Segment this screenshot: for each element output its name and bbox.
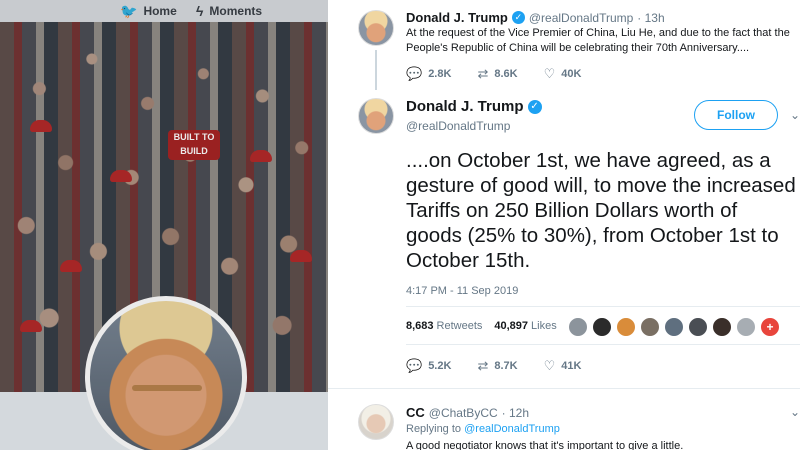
retweet-count: 8.7K <box>494 360 518 372</box>
red-cap <box>250 150 272 162</box>
profile-header-panel: BUILT TO BUILD 🐦 Home ϟ Moments <box>0 0 328 450</box>
parent-tweet-line-1: At the request of the Vice Premier of Ch… <box>406 27 790 39</box>
reply-icon: 💬 <box>406 66 423 81</box>
replying-to-link[interactable]: @realDonaldTrump <box>464 423 560 435</box>
liker-avatar[interactable] <box>712 317 732 337</box>
main-tweet-name[interactable]: Donald J. Trump <box>406 98 524 115</box>
red-cap <box>60 260 82 272</box>
verified-badge-icon: ✓ <box>511 11 525 24</box>
reply-count: 5.2K <box>428 360 452 372</box>
like-button[interactable]: ♡ 41K <box>544 358 582 374</box>
avatar-detail <box>132 385 202 391</box>
reply-count: 2.8K <box>428 68 452 80</box>
retweet-count: 8.6K <box>494 68 518 80</box>
reply-tweet-avatar[interactable] <box>358 404 394 440</box>
reply-tweet-text: A good negotiator knows that it's import… <box>406 440 684 450</box>
nav-home[interactable]: 🐦 Home <box>120 3 177 20</box>
divider <box>406 344 800 345</box>
red-cap <box>30 120 52 132</box>
reply-icon: 💬 <box>406 358 423 373</box>
liker-avatar[interactable] <box>592 317 612 337</box>
liker-avatar[interactable] <box>616 317 636 337</box>
parent-tweet-line-2: People's Republic of China will be celeb… <box>406 42 750 54</box>
likes-stat-label: Likes <box>531 320 557 332</box>
like-count: 41K <box>561 360 582 372</box>
liker-avatar[interactable] <box>568 317 588 337</box>
liker-avatar[interactable] <box>664 317 684 337</box>
heart-icon: ♡ <box>543 358 556 373</box>
replying-prefix: Replying to <box>406 423 462 435</box>
replying-to: Replying to @realDonaldTrump <box>406 423 560 435</box>
divider <box>328 388 800 389</box>
reply-tweet-time[interactable]: · 12h <box>502 406 529 420</box>
thread-connector-line <box>375 50 377 90</box>
red-cap <box>20 320 42 332</box>
retweets-stat-label: Retweets <box>436 320 483 332</box>
likes-stat[interactable]: 40,897 Likes <box>494 320 556 332</box>
profile-avatar[interactable] <box>85 296 247 450</box>
nav-moments[interactable]: ϟ Moments <box>196 3 262 19</box>
main-tweet-header: Donald J. Trump ✓ <box>406 98 542 115</box>
retweets-stat[interactable]: 8,683 Retweets <box>406 320 482 332</box>
chevron-down-icon[interactable]: ⌄ <box>790 405 800 419</box>
parent-tweet-text: At the request of the Vice Premier of Ch… <box>406 26 796 56</box>
nav-moments-label: Moments <box>209 4 263 18</box>
reply-tweet-header: CC @ChatByCC · 12h <box>406 405 529 420</box>
main-tweet-actions: 💬 5.2K ⇄ 8.7K ♡ 41K <box>406 358 607 374</box>
follow-button[interactable]: Follow <box>694 100 778 130</box>
main-tweet-text: ....on October 1st, we have agreed, as a… <box>406 149 796 272</box>
crowd-shirt-text: BUILT TO BUILD <box>168 130 220 160</box>
retweet-icon: ⇄ <box>477 358 489 373</box>
main-tweet-handle[interactable]: @realDonaldTrump <box>406 119 510 133</box>
main-tweet-avatar[interactable] <box>358 98 394 134</box>
heart-icon: ♡ <box>543 66 556 81</box>
parent-tweet-actions: 💬 2.8K ⇄ 8.6K ♡ 40K <box>406 66 607 82</box>
parent-tweet-avatar[interactable] <box>358 10 394 46</box>
like-button[interactable]: ♡ 40K <box>544 66 582 82</box>
chevron-down-icon[interactable]: ⌄ <box>790 108 800 122</box>
main-tweet-stats: 8,683 Retweets 40,897 Likes <box>406 320 569 332</box>
reply-tweet-handle[interactable]: @ChatByCC <box>429 406 498 420</box>
liker-avatar[interactable] <box>688 317 708 337</box>
like-count: 40K <box>561 68 582 80</box>
reply-button[interactable]: 💬 5.2K <box>406 358 451 374</box>
retweet-button[interactable]: ⇄ 8.6K <box>477 66 517 82</box>
divider <box>406 306 800 307</box>
liker-avatar[interactable] <box>640 317 660 337</box>
twitter-bird-icon: 🐦 <box>120 2 138 19</box>
red-cap <box>110 170 132 182</box>
reply-tweet-name[interactable]: CC <box>406 405 425 420</box>
tweet-permalink-panel: Donald J. Trump ✓ @realDonaldTrump · 13h… <box>328 0 800 450</box>
nav-home-label: Home <box>143 4 177 18</box>
lightning-icon: ϟ <box>196 3 204 19</box>
retweet-button[interactable]: ⇄ 8.7K <box>477 358 517 374</box>
reply-button[interactable]: 💬 2.8K <box>406 66 451 82</box>
liker-avatars: + <box>568 317 784 337</box>
likes-stat-count: 40,897 <box>494 320 529 332</box>
top-navigation-bar: 🐦 Home ϟ Moments <box>0 0 328 22</box>
retweets-stat-count: 8,683 <box>406 320 434 332</box>
parent-tweet-header: Donald J. Trump ✓ @realDonaldTrump · 13h <box>406 10 665 25</box>
liker-avatar[interactable] <box>736 317 756 337</box>
verified-badge-icon: ✓ <box>527 99 542 114</box>
red-cap <box>290 250 312 262</box>
swiss-flag-icon[interactable]: + <box>760 317 780 337</box>
retweet-icon: ⇄ <box>477 66 489 81</box>
main-tweet-timestamp[interactable]: 4:17 PM - 11 Sep 2019 <box>406 285 518 297</box>
parent-tweet-name[interactable]: Donald J. Trump <box>406 10 508 25</box>
parent-tweet-handle[interactable]: @realDonaldTrump <box>529 11 633 25</box>
parent-tweet-time[interactable]: · 13h <box>637 11 664 25</box>
